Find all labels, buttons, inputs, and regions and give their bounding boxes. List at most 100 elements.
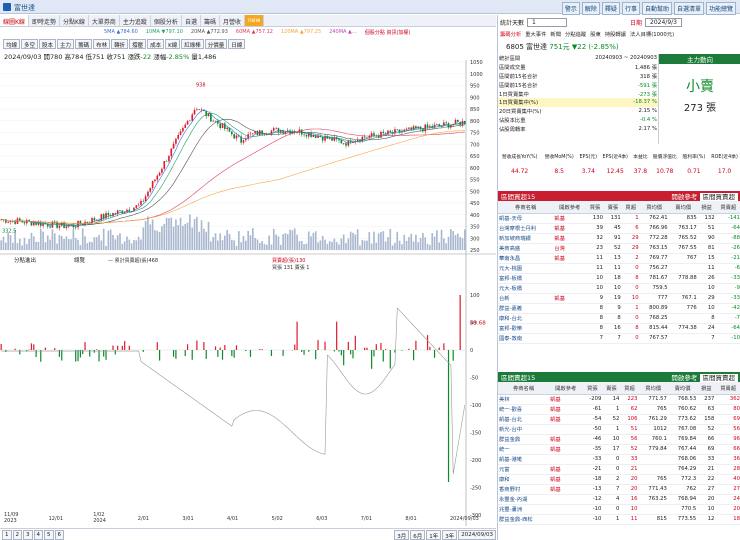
tool-support[interactable]: 撐壓 bbox=[129, 39, 147, 49]
range-button[interactable]: 6月 bbox=[410, 530, 426, 540]
tool-main[interactable]: 主力 bbox=[57, 39, 75, 49]
broker-name[interactable]: 元富 bbox=[498, 464, 550, 475]
table-row[interactable]: 康和-台北 8 8 0 768.25 8 -7 bbox=[498, 313, 740, 324]
broker-name[interactable]: 群益金鼎 bbox=[498, 434, 550, 445]
tool-bollinger[interactable]: 布林 bbox=[93, 39, 111, 49]
broker-name[interactable]: 統一-歡喜 bbox=[498, 404, 550, 415]
broker-name[interactable]: 華南永昌 bbox=[498, 253, 554, 264]
col-header[interactable]: 買均價 bbox=[639, 201, 669, 214]
table-row[interactable]: 台灣摩根士丹利 凱基 39 45 6 766.96 763.17 51 -64 bbox=[498, 223, 740, 234]
table-row[interactable]: 美商高盛 台灣 23 52 29 763.15 767.55 81 -26 bbox=[498, 243, 740, 254]
broker-name[interactable]: 國泰-敦南 bbox=[498, 333, 554, 344]
tool-k[interactable]: K線 bbox=[165, 39, 181, 49]
tool-chips[interactable]: 籌碼 bbox=[75, 39, 93, 49]
sub-overview-button[interactable]: 總覽 bbox=[74, 256, 86, 264]
table-row[interactable]: 凱基-台北 凱基 -54 52 106 761.29 773.62 158 69 bbox=[498, 414, 740, 425]
page-button[interactable]: 1 bbox=[2, 530, 12, 540]
table-row[interactable]: 群益金鼎-西松 -10 1 11 815 773.55 12 18 bbox=[498, 514, 740, 525]
broker-name[interactable]: 元大-桃園 bbox=[498, 263, 554, 274]
col-header[interactable]: 賣均價 bbox=[667, 382, 698, 395]
table-row[interactable]: 美林 凱基 -209 14 223 771.57 768.53 237 362 bbox=[498, 394, 740, 405]
broker-name[interactable]: 永豐金-內湖 bbox=[498, 494, 550, 505]
table-row[interactable]: 群益金鼎 凱基 -46 10 56 760.1 769.84 66 96 bbox=[498, 434, 740, 445]
broker-name[interactable]: 美商高盛 bbox=[498, 243, 554, 254]
page-button[interactable]: 4 bbox=[33, 530, 43, 540]
tab-big-order[interactable]: 大單券商 bbox=[89, 15, 120, 26]
stat-days-input[interactable]: 1 bbox=[527, 17, 568, 27]
broker-name[interactable]: 台灣摩根士丹利 bbox=[498, 223, 554, 234]
broker-name[interactable]: 凱基-天母 bbox=[498, 213, 554, 224]
broker-name[interactable]: 富邦-歡樂 bbox=[498, 323, 554, 334]
rtab-6[interactable]: 法人目標(1000元) bbox=[630, 30, 674, 40]
tab-intraday[interactable]: 即時走勢 bbox=[29, 15, 60, 26]
table-row[interactable]: 凱基-港墘 -33 0 33 768.06 33 36 bbox=[498, 454, 740, 465]
col-header[interactable]: 賣均價 bbox=[668, 201, 698, 214]
table-row[interactable]: 元大-板橋 10 10 0 759.5 10 -9 bbox=[498, 283, 740, 294]
broker-name[interactable]: 香商野村 bbox=[498, 484, 550, 495]
col-header[interactable]: 買超 bbox=[621, 201, 640, 214]
col-header[interactable]: 買張 bbox=[586, 201, 604, 214]
tool-longshort[interactable]: 多空 bbox=[21, 39, 39, 49]
tab-chips[interactable]: 籌碼 bbox=[201, 15, 220, 26]
table-row[interactable]: 富邦-歡樂 8 16 8 815.44 774.38 24 -64 bbox=[498, 323, 740, 334]
rtab-2[interactable]: 新聞 bbox=[550, 30, 561, 40]
broker-name[interactable]: 統一 bbox=[498, 444, 550, 455]
table-row[interactable]: 永豐金-內湖 -12 4 16 763.25 768.94 20 24 bbox=[498, 494, 740, 505]
table-row[interactable]: 凱基-天母 凱基 130 131 1 762.41 835 132 -141 bbox=[498, 213, 740, 224]
tool-turn[interactable]: 轉折 bbox=[111, 39, 129, 49]
table-row[interactable]: 元大-桃園 11 11 0 756.27 11 -6 bbox=[498, 263, 740, 274]
broker-name[interactable]: 台新 bbox=[498, 293, 554, 304]
col-header[interactable]: 券商名稱 bbox=[498, 201, 554, 214]
broker-name[interactable]: 兆豐-蘆洲 bbox=[498, 504, 550, 515]
broker-name[interactable]: 康和 bbox=[498, 474, 550, 485]
broker-name[interactable]: 康和-台北 bbox=[498, 313, 554, 324]
btn-explain[interactable]: 釋疑 bbox=[601, 2, 620, 15]
chart-area[interactable]: 1050100095090085080075070065060055050045… bbox=[0, 60, 496, 526]
table-row[interactable]: 台新 凱基 9 19 10 777 767.1 29 -33 bbox=[498, 293, 740, 304]
sell-filter-select[interactable]: 區間買賣超 bbox=[699, 374, 738, 382]
col-header[interactable]: 賣張 bbox=[603, 201, 622, 214]
broker-name[interactable]: 群益金鼎-西松 bbox=[498, 514, 550, 525]
rtab-5[interactable]: 持股轉讓 bbox=[605, 30, 626, 40]
broker-name[interactable]: 新加坡商瑞銀 bbox=[498, 233, 554, 244]
buy-filter-select[interactable]: 區間買賣超 bbox=[699, 193, 738, 201]
page-button[interactable]: 3 bbox=[23, 530, 33, 540]
rtab-0[interactable]: 籌碼分析 bbox=[500, 30, 521, 40]
btn-calendar[interactable]: 行事 bbox=[621, 2, 640, 15]
col-header[interactable]: 開啟參考 bbox=[553, 201, 587, 214]
col-header[interactable]: 開啟參考 bbox=[549, 382, 583, 395]
table-row[interactable]: 康和 凱基 -18 2 20 765 772.3 22 40 bbox=[498, 474, 740, 485]
btn-auto-help[interactable]: 自動幫助 bbox=[641, 2, 672, 15]
btn-watchlist[interactable]: 自選清單 bbox=[673, 2, 704, 15]
btn-release[interactable]: 解除 bbox=[581, 2, 600, 15]
range-button[interactable]: 1年 bbox=[426, 530, 442, 540]
rtab-4[interactable]: 股東 bbox=[590, 30, 601, 40]
period-select[interactable]: 日線 bbox=[228, 39, 246, 49]
col-header[interactable]: 買均價 bbox=[638, 382, 668, 395]
tool-capital[interactable]: 股本 bbox=[39, 39, 57, 49]
range-button[interactable]: 3月 bbox=[394, 530, 410, 540]
tool-volprice[interactable]: 分價量 bbox=[204, 39, 228, 49]
broker-name[interactable]: 群益-嘉義 bbox=[498, 303, 554, 314]
tab-favorite[interactable]: 自選 bbox=[182, 15, 201, 26]
sub-select[interactable]: 分點進出 bbox=[14, 256, 36, 264]
tool-cost[interactable]: 成本 bbox=[147, 39, 165, 49]
table-row[interactable]: 國泰-敦南 7 7 0 767.57 7 -10 bbox=[498, 333, 740, 344]
table-row[interactable]: 兆豐-蘆洲 -10 0 10 770.5 10 20 bbox=[498, 504, 740, 515]
table-row[interactable]: 統一 凱基 -35 17 52 779.84 767.44 69 66 bbox=[498, 444, 740, 455]
col-header[interactable]: 買賣超 bbox=[715, 201, 740, 214]
page-button[interactable]: 2 bbox=[12, 530, 22, 540]
tab-revenue[interactable]: 月營收 bbox=[220, 15, 245, 26]
btn-overview[interactable]: 功能總覽 bbox=[705, 2, 736, 15]
col-header[interactable]: 買賣超 bbox=[715, 382, 740, 395]
table-row[interactable]: 新加坡商瑞銀 凱基 32 91 29 772.28 765.52 90 -88 bbox=[498, 233, 740, 244]
broker-name[interactable]: 富邦-板橋 bbox=[498, 273, 554, 284]
tab-branch-kline[interactable]: 分點K線 bbox=[60, 15, 89, 26]
rtab-3[interactable]: 分點追蹤 bbox=[565, 30, 586, 40]
col-header[interactable]: 買張 bbox=[582, 382, 603, 395]
tool-ma[interactable]: 均線 bbox=[3, 39, 21, 49]
table-row[interactable]: 香商野村 凱基 -13 7 20 771.43 762 27 27 bbox=[498, 484, 740, 495]
broker-name[interactable]: 凱基-港墘 bbox=[498, 454, 550, 465]
table-row[interactable]: 富邦-板橋 10 18 8 781.67 778.88 26 -33 bbox=[498, 273, 740, 284]
table-row[interactable]: 元富 凱基 -21 0 21 764.29 21 28 bbox=[498, 464, 740, 475]
